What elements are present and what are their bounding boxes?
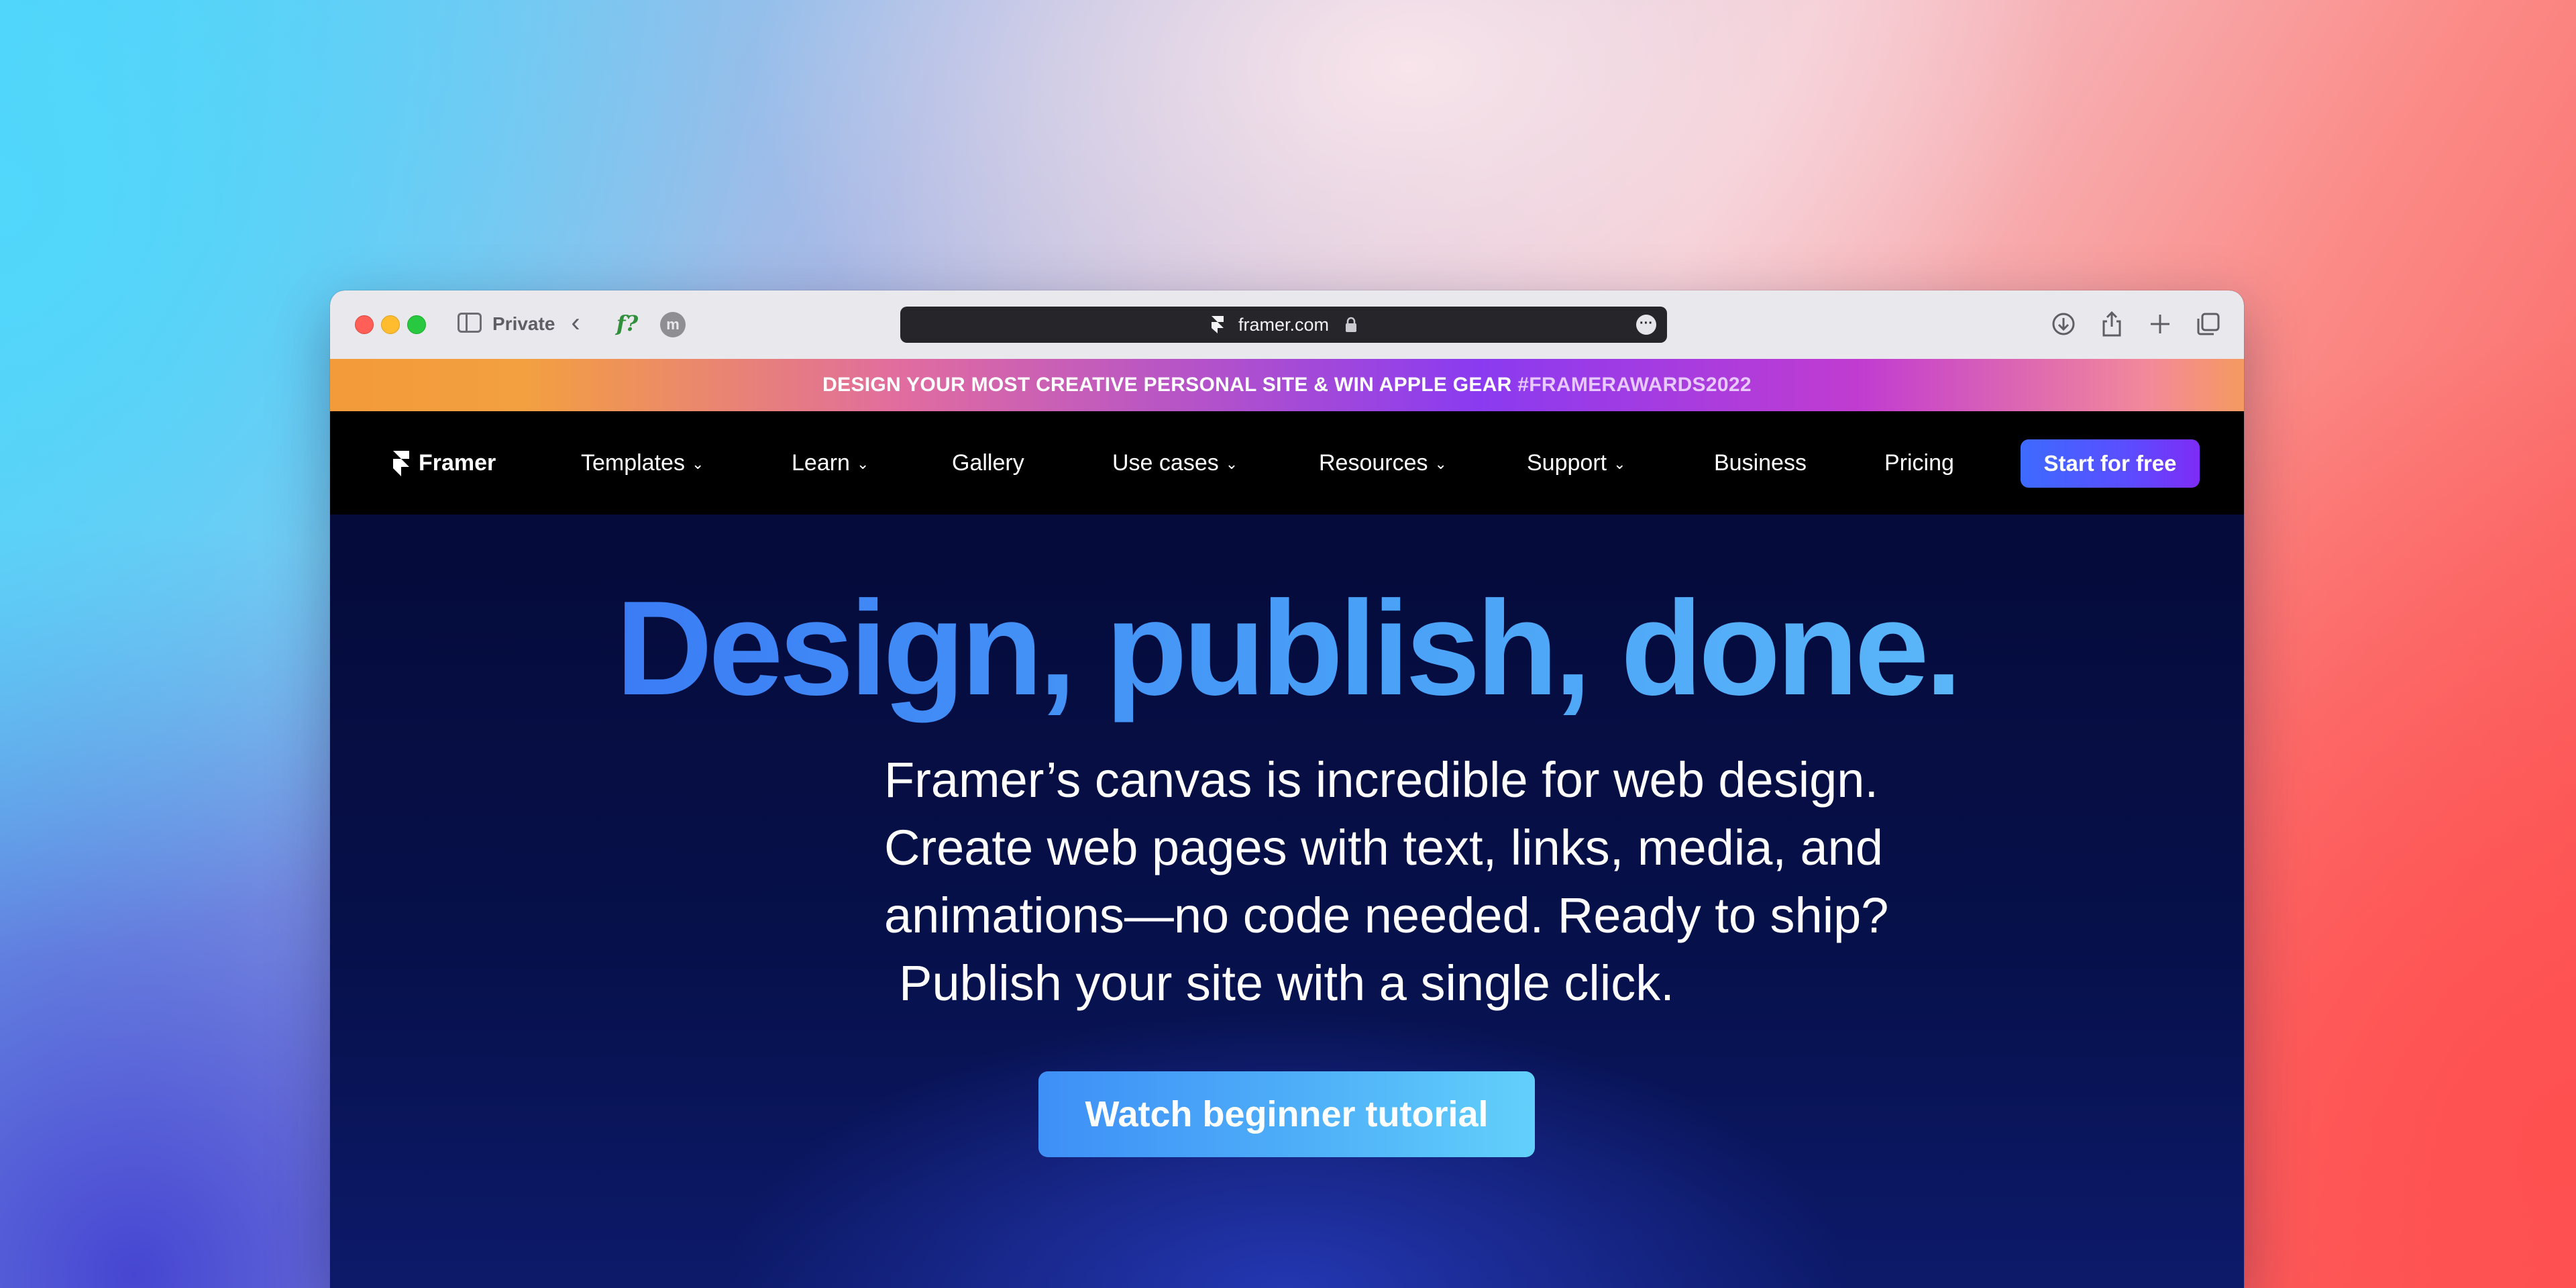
hero-description: Framer’s canvas is incredible for web de… [884, 746, 1889, 1017]
lock-icon [1346, 317, 1356, 332]
promo-text: DESIGN YOUR MOST CREATIVE PERSONAL SITE … [822, 374, 1512, 396]
nav-resources[interactable]: Resources ⌄ [1319, 447, 1447, 479]
hero-description-line: Framer’s canvas is incredible for web de… [884, 752, 1879, 808]
back-icon[interactable]: ‹ [562, 308, 589, 339]
chevron-down-icon: ⌄ [1613, 455, 1626, 472]
framer-logo-icon [393, 451, 409, 476]
promo-hashtag: #FRAMERAWARDS2022 [1517, 374, 1752, 396]
extension-badge-icon[interactable]: m [660, 312, 686, 337]
new-tab-icon[interactable] [2145, 309, 2175, 339]
hero-description-line: Create web pages with text, links, media… [884, 820, 1883, 875]
hero-headline: Design, publish, done. [615, 574, 1962, 723]
browser-toolbar: Private ‹ f? m framer.com ··· [330, 290, 2244, 360]
hero-section: Design, publish, done. Framer’s canvas i… [330, 515, 2244, 1288]
nav-business[interactable]: Business [1714, 447, 1807, 479]
browser-window: Private ‹ f? m framer.com ··· DESIGN YOU… [330, 290, 2244, 1288]
nav-learn[interactable]: Learn ⌄ [792, 447, 869, 479]
chevron-down-icon: ⌄ [856, 455, 869, 472]
main-nav: Framer Templates ⌄ Learn ⌄ Gallery Use cas… [330, 411, 2244, 515]
nav-support[interactable]: Support ⌄ [1527, 447, 1626, 479]
zoom-window-button[interactable] [407, 315, 426, 334]
close-window-button[interactable] [355, 315, 374, 334]
promo-banner[interactable]: DESIGN YOUR MOST CREATIVE PERSONAL SITE … [330, 359, 2244, 411]
private-label: Private [492, 313, 555, 334]
chevron-down-icon: ⌄ [691, 455, 704, 472]
nav-templates[interactable]: Templates ⌄ [581, 447, 704, 479]
tabs-overview-icon[interactable] [2194, 309, 2223, 339]
download-icon[interactable] [2049, 309, 2078, 339]
extension-icon[interactable]: f? [612, 308, 643, 339]
more-icon[interactable]: ··· [1636, 315, 1656, 335]
nav-pricing[interactable]: Pricing [1884, 447, 1954, 479]
minimize-window-button[interactable] [381, 315, 400, 334]
nav-gallery[interactable]: Gallery [952, 447, 1024, 479]
hero-description-line: animations—no code needed. Ready to ship… [884, 888, 1889, 943]
nav-use-cases[interactable]: Use cases ⌄ [1112, 447, 1238, 479]
hero-description-line: Publish your site with a single click. [899, 955, 1674, 1011]
chevron-down-icon: ⌄ [1434, 455, 1447, 472]
brand-name: Framer [419, 450, 496, 476]
share-icon[interactable] [2097, 309, 2127, 339]
url-text: framer.com [1238, 315, 1330, 335]
start-for-free-button[interactable]: Start for free [2021, 439, 2200, 488]
sidebar-icon[interactable] [458, 313, 482, 333]
address-bar[interactable]: framer.com ··· [900, 307, 1667, 343]
chevron-down-icon: ⌄ [1225, 455, 1238, 472]
watch-tutorial-button[interactable]: Watch beginner tutorial [1038, 1071, 1535, 1157]
